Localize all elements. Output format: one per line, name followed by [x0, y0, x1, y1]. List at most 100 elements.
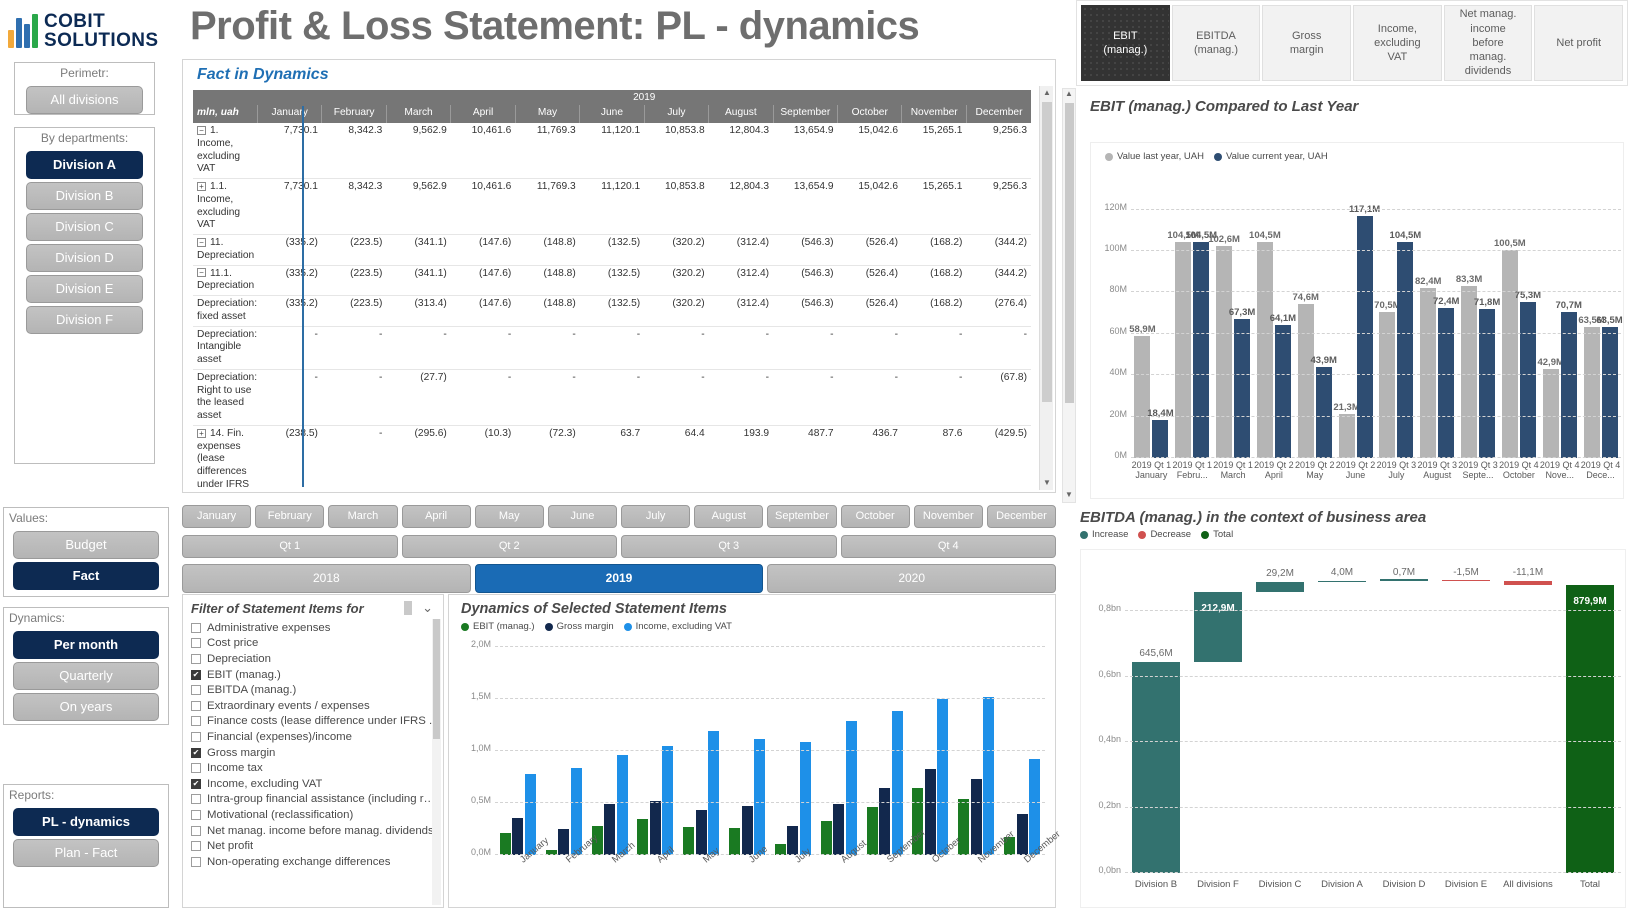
bar[interactable]: 72,4M — [1438, 308, 1454, 458]
table-row[interactable]: Depreciation: Intangible asset----------… — [193, 326, 1031, 369]
table-row[interactable]: Depreciation: fixed asset(335.2)(223.5)(… — [193, 296, 1031, 327]
tab-income-[interactable]: Income,excludingVAT — [1353, 5, 1442, 81]
bar[interactable]: 71,8M — [1479, 309, 1495, 458]
sidebar-button-per-month[interactable]: Per month — [13, 631, 159, 659]
filter-list-item[interactable]: Depreciation — [191, 651, 439, 667]
fact-col-april[interactable]: April — [451, 105, 515, 123]
bar[interactable]: 63,5M — [1602, 327, 1618, 458]
expand-icon[interactable]: + — [197, 429, 206, 438]
bar-group[interactable] — [999, 647, 1045, 855]
bar[interactable] — [821, 821, 832, 855]
bar-group[interactable] — [587, 647, 633, 855]
filter-list-item[interactable]: EBITDA (manag.) — [191, 682, 439, 698]
bar-group[interactable] — [678, 647, 724, 855]
bar[interactable]: 82,4M — [1420, 288, 1436, 459]
checkbox-icon[interactable] — [191, 701, 201, 711]
sidebar-button-all-divisions[interactable]: All divisions — [26, 86, 143, 114]
waterfall-column[interactable]: 879,9M — [1559, 562, 1621, 873]
bar[interactable]: 100,5M — [1502, 250, 1518, 458]
bar-group[interactable] — [495, 647, 541, 855]
slicer-chip-qt-2[interactable]: Qt 2 — [402, 535, 618, 558]
right-scroll-up-icon[interactable]: ▲ — [1063, 89, 1075, 101]
slicer-chip-april[interactable]: April — [402, 505, 471, 528]
bar[interactable] — [617, 755, 628, 855]
bar-group[interactable]: 100,5M75,3M — [1498, 189, 1539, 458]
fact-col-september[interactable]: September — [773, 105, 837, 123]
slicer-chip-october[interactable]: October — [841, 505, 910, 528]
checkbox-icon[interactable] — [191, 810, 201, 820]
bar[interactable] — [937, 699, 948, 855]
bar-group[interactable]: 58,9M18,4M — [1131, 189, 1172, 458]
bar[interactable] — [833, 804, 844, 855]
filter-list-item[interactable]: Non-operating exchange differences — [191, 854, 439, 870]
bar[interactable] — [846, 721, 857, 855]
checkbox-icon[interactable] — [191, 638, 201, 648]
checkbox-icon[interactable] — [191, 794, 201, 804]
table-row[interactable]: Depreciation: Right to use the leased as… — [193, 369, 1031, 425]
tab-ebit[interactable]: EBIT(manag.) — [1081, 5, 1170, 81]
fact-col-february[interactable]: February — [322, 105, 386, 123]
waterfall-column[interactable]: 29,2M — [1249, 562, 1311, 873]
bar[interactable] — [742, 806, 753, 855]
slicer-chip-september[interactable]: September — [767, 505, 836, 528]
bar[interactable] — [787, 826, 798, 855]
slicer-chip-qt-4[interactable]: Qt 4 — [841, 535, 1057, 558]
bar-group[interactable]: 104,5M64,1M — [1253, 189, 1294, 458]
legend-item[interactable]: Value last year, UAH — [1105, 151, 1204, 162]
slicer-chip-qt-3[interactable]: Qt 3 — [621, 535, 837, 558]
legend-item[interactable]: Gross margin — [545, 621, 614, 632]
table-row[interactable]: −11.1. Depreciation(335.2)(223.5)(341.1)… — [193, 265, 1031, 296]
bar-group[interactable] — [907, 647, 953, 855]
collapse-icon[interactable]: − — [197, 268, 206, 277]
bar[interactable] — [983, 697, 994, 855]
checkbox-icon[interactable] — [191, 654, 201, 664]
chevron-down-icon[interactable]: ⌄ — [422, 600, 433, 616]
waterfall-column[interactable]: 0,7M — [1373, 562, 1435, 873]
bar-group[interactable] — [862, 647, 908, 855]
filter-list-item[interactable]: Intra-group financial assistance (includ… — [191, 792, 439, 808]
legend-item[interactable]: Total — [1201, 529, 1233, 540]
bar-group[interactable] — [724, 647, 770, 855]
sidebar-button-division-a[interactable]: Division A — [26, 151, 143, 179]
filter-list-item[interactable]: Net profit — [191, 838, 439, 854]
filter-list-item[interactable]: EBIT (manag.) — [191, 667, 439, 683]
right-scroll-down-icon[interactable]: ▼ — [1063, 490, 1075, 502]
checkbox-icon[interactable] — [191, 623, 201, 633]
checkbox-icon[interactable] — [191, 748, 201, 758]
filter-list-item[interactable]: Motivational (reclassification) — [191, 807, 439, 823]
bar-group[interactable]: 82,4M72,4M — [1417, 189, 1458, 458]
slicer-chip-february[interactable]: February — [255, 505, 324, 528]
slicer-chip-2019[interactable]: 2019 — [475, 564, 764, 593]
bar[interactable] — [867, 807, 878, 855]
filter-list-item[interactable]: Net manag. income before manag. dividend… — [191, 823, 439, 839]
tab-net-profit[interactable]: Net profit — [1534, 5, 1623, 81]
bar[interactable] — [925, 769, 936, 855]
right-panel-scrollbar[interactable]: ▲ ▼ — [1062, 88, 1076, 503]
bar[interactable] — [971, 779, 982, 855]
bar[interactable] — [650, 801, 661, 855]
legend-item[interactable]: Increase — [1080, 529, 1128, 540]
legend-item[interactable]: EBIT (manag.) — [461, 621, 535, 632]
waterfall-column[interactable]: 4,0M — [1311, 562, 1373, 873]
slicer-chip-january[interactable]: January — [182, 505, 251, 528]
slicer-chip-june[interactable]: June — [548, 505, 617, 528]
scroll-down-icon[interactable]: ▼ — [1040, 476, 1054, 490]
bar-group[interactable]: 42,9M70,7M — [1539, 189, 1580, 458]
bar[interactable]: 43,9M — [1316, 367, 1332, 458]
filter-list-item[interactable]: Cost price — [191, 636, 439, 652]
collapse-icon[interactable]: − — [197, 126, 206, 135]
filter-list-item[interactable]: Administrative expenses — [191, 620, 439, 636]
bar[interactable]: 104,5M — [1193, 242, 1209, 458]
right-scrollbar-thumb[interactable] — [1065, 103, 1074, 403]
bar[interactable] — [637, 819, 648, 855]
slicer-chip-may[interactable]: May — [475, 505, 544, 528]
bar[interactable] — [892, 711, 903, 855]
slicer-chip-july[interactable]: July — [621, 505, 690, 528]
filter-list-item[interactable]: Extraordinary events / expenses — [191, 698, 439, 714]
legend-item[interactable]: Value current year, UAH — [1214, 151, 1328, 162]
fact-col-august[interactable]: August — [709, 105, 773, 123]
legend-item[interactable]: Income, excluding VAT — [624, 621, 732, 632]
fact-table-scrollbar[interactable]: ▲ ▼ — [1039, 86, 1053, 490]
bar[interactable]: 104,5M — [1397, 242, 1413, 458]
collapse-icon[interactable]: − — [197, 238, 206, 247]
